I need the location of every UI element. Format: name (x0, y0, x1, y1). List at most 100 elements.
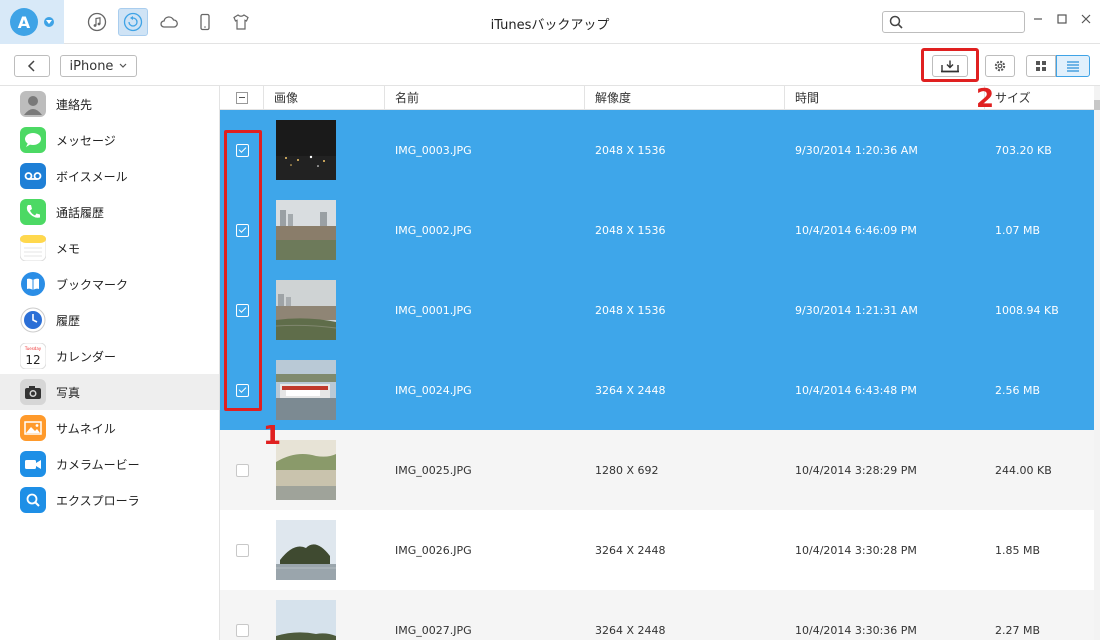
checkbox-highlight-box (224, 130, 262, 411)
row-checkbox[interactable] (235, 623, 249, 637)
sidebar-item[interactable]: ボイスメール (0, 158, 219, 194)
minimize-icon[interactable] (1032, 12, 1044, 26)
toolbar: iPhone (0, 44, 1100, 86)
chevron-down-icon (44, 17, 54, 27)
sidebar-item-label: カレンダー (56, 349, 117, 364)
sidebar-item[interactable]: ブックマーク (0, 266, 219, 302)
resolution-cell: 3264 X 2448 (595, 543, 666, 557)
photo-thumbnail (274, 360, 336, 420)
select-all-checkbox-cell[interactable] (220, 86, 264, 110)
device-name: iPhone (69, 58, 114, 74)
sidebar-item[interactable]: サムネイル (0, 410, 219, 446)
resolution-cell: 2048 X 1536 (595, 223, 666, 237)
back-button[interactable] (14, 55, 50, 77)
scrollbar-thumb[interactable] (1094, 100, 1100, 110)
grid-icon (1036, 61, 1046, 71)
sidebar-item[interactable]: カメラムービー (0, 446, 219, 482)
backup-icon[interactable] (118, 8, 148, 36)
phone-call-icon (20, 199, 46, 225)
photo-thumbnail (274, 600, 336, 640)
bookmark-icon (20, 271, 46, 297)
sidebar-item[interactable]: 写真 (0, 374, 219, 410)
sidebar-item[interactable]: Tuesday 12 カレンダー (0, 338, 219, 374)
tshirt-icon[interactable] (226, 8, 256, 36)
table-header: 画像 名前 解像度 時間 サイズ (220, 86, 1094, 110)
table-row[interactable]: IMG_0024.JPG 3264 X 2448 10/4/2014 6:43:48… (220, 350, 1094, 430)
camera-icon (20, 379, 46, 405)
sidebar-item[interactable]: エクスプローラ (0, 482, 219, 518)
time-cell: 10/4/2014 6:43:48 PM (795, 383, 917, 397)
time-cell: 10/4/2014 3:30:36 PM (795, 623, 917, 637)
app-logo-icon: A (10, 8, 38, 36)
column-header-time[interactable]: 時間 (785, 86, 985, 110)
sidebar-item[interactable]: 履歴 (0, 302, 219, 338)
vertical-scrollbar[interactable] (1094, 86, 1100, 640)
table-row[interactable]: IMG_0003.JPG 2048 X 1536 9/30/2014 1:20:36… (220, 110, 1094, 190)
table-row[interactable]: IMG_0025.JPG 1280 X 692 10/4/2014 3:28:29 … (220, 430, 1094, 510)
list-icon (1067, 61, 1079, 72)
search-icon (889, 15, 903, 29)
name-cell: IMG_0024.JPG (395, 383, 472, 397)
voicemail-icon (20, 163, 46, 189)
photo-thumbnail (274, 120, 336, 180)
thumbnail-cell (264, 190, 385, 270)
list-view-button[interactable] (1056, 55, 1090, 77)
row-checkbox[interactable] (235, 543, 249, 557)
table-row[interactable]: IMG_0001.JPG 2048 X 1536 9/30/2014 1:21:31… (220, 270, 1094, 350)
row-checkbox-cell[interactable] (220, 510, 264, 590)
resolution-cell: 2048 X 1536 (595, 303, 666, 317)
sidebar: 連絡先メッセージボイスメール 通話履歴メモブックマーク 履歴 Tuesday 12 カレン… (0, 86, 220, 640)
table-row[interactable]: IMG_0027.JPG 3264 X 2448 10/4/2014 3:30:36… (220, 590, 1094, 640)
size-cell: 244.00 KB (995, 463, 1052, 477)
thumbnail-cell (264, 430, 385, 510)
top-nav (82, 8, 256, 36)
video-camera-icon (20, 451, 46, 477)
music-icon[interactable] (82, 8, 112, 36)
row-checkbox-cell[interactable] (220, 590, 264, 640)
cloud-icon[interactable] (154, 8, 184, 36)
app-logo-button[interactable]: A (0, 0, 64, 44)
svg-text:12: 12 (25, 353, 40, 367)
photo-thumbnail (274, 520, 336, 580)
sidebar-item[interactable]: 連絡先 (0, 86, 219, 122)
column-header-resolution[interactable]: 解像度 (585, 86, 785, 110)
column-header-size[interactable]: サイズ (985, 86, 1094, 110)
time-cell: 10/4/2014 6:46:09 PM (795, 223, 917, 237)
search-box[interactable] (882, 11, 1025, 33)
search-input[interactable] (907, 15, 1017, 29)
grid-view-button[interactable] (1026, 55, 1056, 77)
photo-thumbnail (274, 280, 336, 340)
row-checkbox-cell[interactable] (220, 430, 264, 510)
size-cell: 2.27 MB (995, 623, 1041, 637)
thumbnail-cell (264, 590, 385, 640)
column-header-name[interactable]: 名前 (385, 86, 585, 110)
sidebar-item[interactable]: メッセージ (0, 122, 219, 158)
maximize-icon[interactable] (1056, 12, 1068, 26)
messages-icon (20, 127, 46, 153)
size-cell: 1.85 MB (995, 543, 1041, 557)
resolution-cell: 3264 X 2448 (595, 623, 666, 637)
close-icon[interactable] (1080, 12, 1092, 26)
contacts-icon (20, 91, 46, 117)
sidebar-item-label: メッセージ (56, 133, 116, 148)
device-select[interactable]: iPhone (60, 55, 137, 77)
table-row[interactable]: IMG_0002.JPG 2048 X 1536 10/4/2014 6:46:09… (220, 190, 1094, 270)
column-header-image[interactable]: 画像 (264, 86, 385, 110)
time-cell: 10/4/2014 3:28:29 PM (795, 463, 917, 477)
sidebar-item[interactable]: メモ (0, 230, 219, 266)
name-cell: IMG_0027.JPG (395, 623, 472, 637)
sidebar-item[interactable]: 通話履歴 (0, 194, 219, 230)
select-all-checkbox[interactable] (235, 91, 248, 104)
table-row[interactable]: IMG_0026.JPG 3264 X 2448 10/4/2014 3:30:28… (220, 510, 1094, 590)
row-checkbox[interactable] (235, 463, 249, 477)
sidebar-item-label: サムネイル (56, 421, 116, 436)
size-cell: 1.07 MB (995, 223, 1041, 237)
calendar-icon: Tuesday 12 (20, 343, 46, 369)
resolution-cell: 3264 X 2448 (595, 383, 666, 397)
settings-button[interactable] (985, 55, 1015, 77)
phone-icon[interactable] (190, 8, 220, 36)
sidebar-item-label: メモ (56, 241, 81, 256)
time-cell: 9/30/2014 1:20:36 AM (795, 143, 918, 157)
history-icon (20, 307, 46, 333)
photo-thumbnail (274, 200, 336, 260)
